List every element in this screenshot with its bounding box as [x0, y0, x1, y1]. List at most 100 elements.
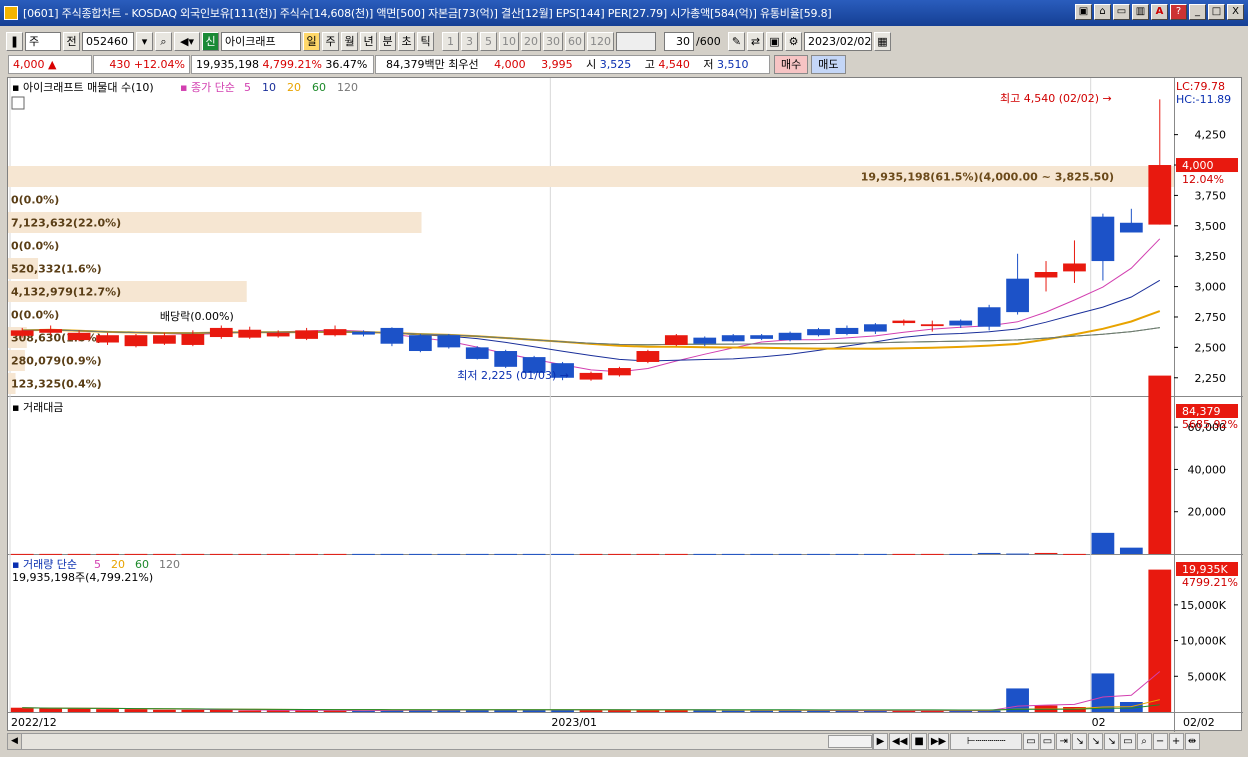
link-icon[interactable]: ▣ [1075, 4, 1092, 20]
save-icon[interactable]: ▣ [766, 31, 783, 51]
ma-period-label: 60 [312, 81, 326, 94]
layout-icon[interactable]: ▥ [1132, 4, 1149, 20]
horizontal-scrollbar[interactable]: ◀ [7, 733, 873, 750]
minute-unit-60[interactable]: 60 [565, 31, 585, 51]
minute-unit-1[interactable]: 1 [442, 31, 459, 51]
arrow-icon-b[interactable]: ↘ [1088, 733, 1104, 750]
best-ask: 4,000 [494, 57, 526, 71]
market-select[interactable]: 주 [25, 31, 61, 51]
minute-unit-10[interactable]: 10 [499, 31, 519, 51]
amount-bar [949, 553, 973, 555]
table-icon [11, 96, 25, 110]
price-chart-svg[interactable]: 2022/12 2023/01 02 02/02 19,935,198(61.5%)(4… [8, 78, 1243, 732]
volume-value: 19,935,198 [196, 57, 259, 71]
scroll-left-icon[interactable]: ◀ [8, 734, 22, 749]
maximize-button[interactable]: □ [1208, 4, 1225, 20]
volume-bar [39, 708, 63, 712]
candle-body [1119, 222, 1143, 233]
volume-ma-label: 60 [135, 558, 149, 571]
custom-unit-select[interactable] [616, 31, 656, 51]
settings-icon[interactable]: ⚙ [785, 31, 802, 51]
volume-pct: 4,799.21% [262, 57, 322, 71]
app-icon [4, 6, 18, 20]
window-icon-b[interactable]: ▭ [1120, 733, 1136, 750]
minute-unit-20[interactable]: 20 [521, 31, 541, 51]
candle-body [864, 324, 887, 332]
expand-icon[interactable]: ⇥ [1056, 733, 1072, 750]
dropdown-icon[interactable]: ▾ [136, 31, 153, 51]
candle-body [39, 329, 63, 333]
volume-ma-line-5 [22, 671, 1161, 712]
amount-bar [1119, 547, 1143, 554]
amount-pct-tag-label: 5685.92% [1182, 418, 1238, 431]
minute-unit-30[interactable]: 30 [543, 31, 563, 51]
buy-button[interactable]: 매수 [774, 54, 809, 74]
date-label: 02 [1092, 716, 1106, 729]
amount-bar [1063, 553, 1086, 555]
price-tick-label: 2,500 [1195, 341, 1227, 354]
amount-bar [67, 553, 91, 555]
candle-body [892, 320, 916, 324]
amount-bar [636, 553, 660, 555]
minimize-button[interactable]: _ [1189, 4, 1206, 20]
font-icon[interactable]: A [1151, 4, 1168, 20]
period-day-tab[interactable]: 일 [303, 31, 320, 51]
arrow-icon-a[interactable]: ↘ [1072, 733, 1088, 750]
layout-icon-b[interactable]: ▭ [1039, 733, 1056, 750]
zoom-icon[interactable]: ⌕ [1136, 733, 1152, 750]
price-tick-label: 4,250 [1195, 129, 1227, 142]
amount-bar [266, 553, 290, 555]
window-title: [0601] 주식종합차트 - KOSDAQ 외국인보유[111(천)] 주식수… [23, 7, 832, 20]
date-input[interactable]: 2023/02/02 [804, 31, 872, 51]
minute-unit-120[interactable]: 120 [587, 31, 614, 51]
stock-code-input[interactable]: 052460 [82, 31, 134, 51]
compare-icon[interactable]: ⇄ [747, 31, 764, 51]
candle-body [1063, 263, 1086, 272]
low-annotation: 최저 2,225 (01/03) → [457, 369, 569, 382]
minute-unit-5[interactable]: 5 [480, 31, 497, 51]
calendar-icon[interactable]: ▦ [874, 31, 891, 51]
ma-period-label: 20 [287, 81, 301, 94]
zoom-in-icon[interactable]: + [1168, 733, 1184, 750]
period-tick-tab[interactable]: 틱 [417, 31, 434, 51]
candle-body [380, 327, 404, 344]
minute-unit-3[interactable]: 3 [461, 31, 478, 51]
high-value: 4,540 [658, 57, 690, 71]
period-week-tab[interactable]: 주 [322, 31, 339, 51]
period-month-tab[interactable]: 월 [341, 31, 358, 51]
fast-forward-icon[interactable]: ▶▶ [927, 733, 950, 750]
fit-icon[interactable]: ⇹ [1184, 733, 1200, 750]
chart-area[interactable]: 2022/12 2023/01 02 02/02 19,935,198(61.5%)(4… [7, 77, 1243, 732]
volume-bar [96, 709, 119, 712]
rewind-icon[interactable]: ◀◀ [889, 733, 911, 750]
pin-icon[interactable]: ❚ [6, 31, 23, 51]
period-second-tab[interactable]: 초 [398, 31, 415, 51]
period-year-tab[interactable]: 년 [360, 31, 377, 51]
sell-button[interactable]: 매도 [811, 54, 846, 74]
help-icon[interactable]: ? [1170, 4, 1187, 20]
stop-icon[interactable]: ■ [911, 733, 927, 750]
candle-body [693, 337, 717, 344]
zoom-out-icon[interactable]: − [1152, 733, 1168, 750]
volume-ma-label: 120 [159, 558, 180, 571]
speed-slider[interactable]: ⊢┄┄┄┄┄ [950, 733, 1023, 750]
prev-button[interactable]: 전 [63, 31, 80, 51]
close-button[interactable]: X [1227, 4, 1244, 20]
candle-body [664, 335, 688, 345]
period-minute-tab[interactable]: 분 [379, 31, 396, 51]
play-icon[interactable]: ▶ [873, 733, 888, 750]
home-icon[interactable]: ⌂ [1094, 4, 1111, 20]
price-tick-label: 2,250 [1195, 372, 1227, 385]
speaker-icon[interactable]: ◀▾ [174, 31, 200, 51]
search-icon[interactable]: ⌕ [155, 31, 172, 51]
ma-period-label: 120 [337, 81, 358, 94]
arrow-icon-c[interactable]: ↘ [1104, 733, 1120, 750]
amount-bar [608, 553, 631, 555]
window-icon[interactable]: ▭ [1113, 4, 1130, 20]
amount-bar [494, 553, 518, 555]
candle-body [10, 330, 34, 336]
layout-icon-a[interactable]: ▭ [1023, 733, 1039, 750]
scroll-thumb[interactable] [828, 735, 872, 748]
tool-icon[interactable]: ✎ [728, 31, 745, 51]
count-input[interactable]: 30 [664, 31, 694, 51]
